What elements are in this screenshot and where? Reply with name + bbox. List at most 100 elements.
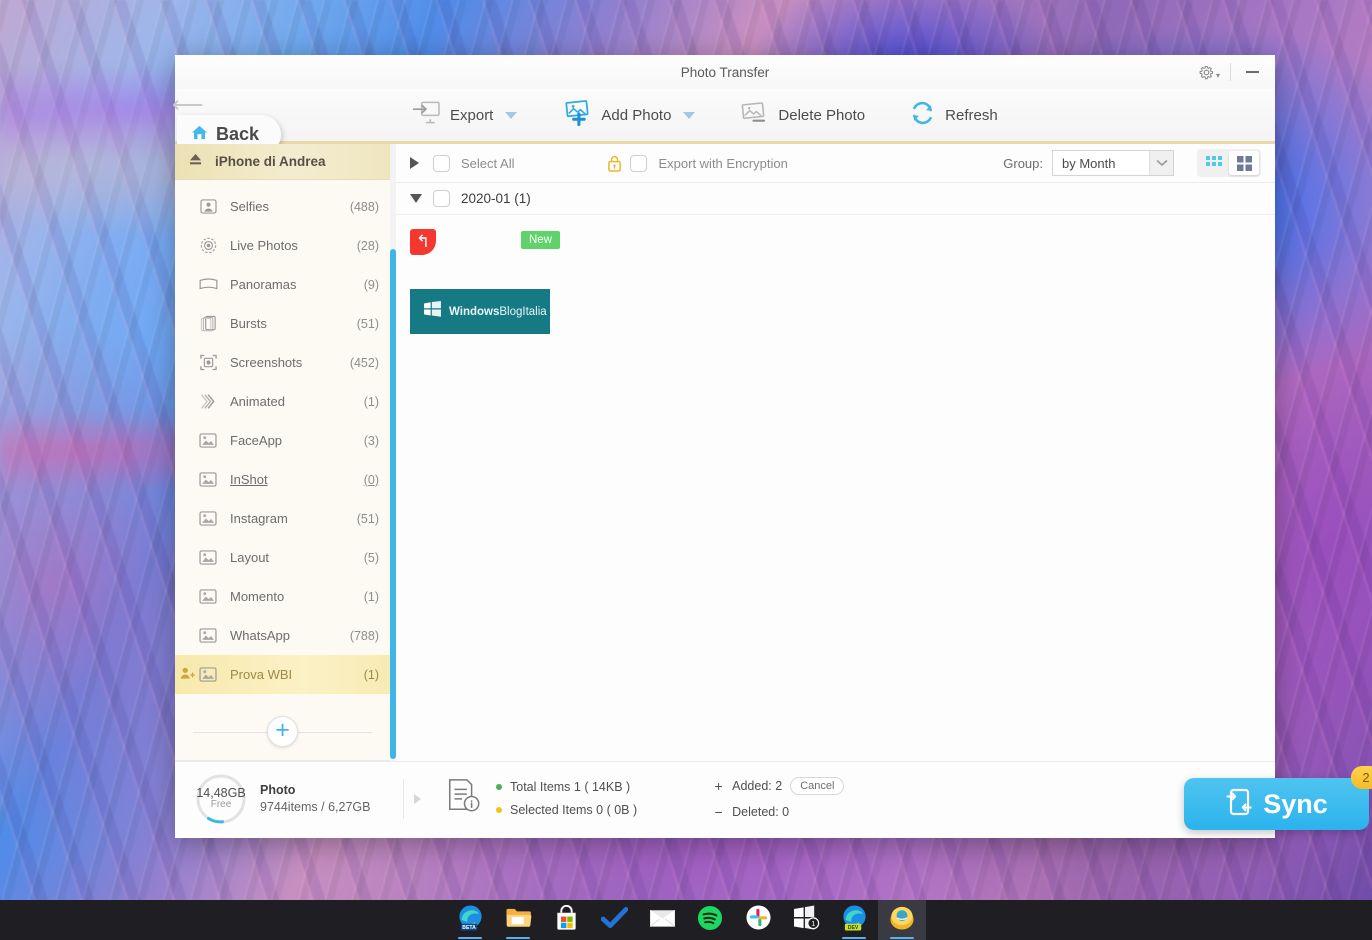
triangle-down-icon[interactable] xyxy=(410,194,422,203)
export-encryption-checkbox[interactable] xyxy=(630,154,648,172)
sidebar-item-prova-wbi[interactable]: Prova WBI (1) xyxy=(175,655,390,694)
gear-icon[interactable]: ▾ xyxy=(1192,57,1226,87)
triangle-right-icon[interactable] xyxy=(410,157,419,169)
photo-grid: ↰ New WindowsBlogItalia xyxy=(396,215,1275,761)
sync-badge: 2 xyxy=(1351,766,1372,789)
album-icon xyxy=(198,667,218,682)
toolbar-actions: Export Add Photo Delete Photo Refresh xyxy=(390,94,1020,137)
undo-icon[interactable]: ↰ xyxy=(410,229,436,255)
device-header[interactable]: iPhone di Andrea xyxy=(175,144,390,180)
taskbar-app-slack[interactable] xyxy=(734,900,782,940)
caption-suffix: BlogItalia xyxy=(499,305,547,318)
items-lines: Total Items 1 ( 14KB ) Selected Items 0 … xyxy=(496,780,637,817)
sidebar-item-whatsapp[interactable]: WhatsApp (788) xyxy=(175,616,390,655)
taskbar-app-edge-beta[interactable]: BETA xyxy=(446,900,494,940)
photo-caption: WindowsBlogItalia xyxy=(449,306,547,318)
edge-beta-icon: BETA xyxy=(457,904,484,936)
photo-group-header: 2020-01 (1) xyxy=(396,183,1275,215)
sidebar-item-inshot[interactable]: InShot (0) xyxy=(175,460,390,499)
sync-device-icon xyxy=(1225,787,1253,822)
add-album-row: + xyxy=(175,703,390,761)
sync-label: Sync xyxy=(1263,788,1328,819)
taskbar-app-your-phone[interactable]: 1 xyxy=(782,900,830,940)
screenshot-icon xyxy=(198,354,218,371)
lock-icon xyxy=(607,155,622,172)
sidebar-item-label: Selfies xyxy=(230,199,270,214)
triangle-right-icon xyxy=(414,793,421,804)
taskbar-app-spotify[interactable] xyxy=(686,900,734,940)
export-encryption-label: Export with Encryption xyxy=(658,155,788,171)
sidebar-item-count: (452) xyxy=(349,355,379,370)
group-checkbox[interactable] xyxy=(433,190,450,207)
status-dot-selected xyxy=(496,807,502,813)
sidebar-item-label: Layout xyxy=(230,550,270,565)
window-controls: ▾ xyxy=(1192,55,1269,89)
window-title: Photo Transfer xyxy=(680,64,770,80)
plus-icon[interactable]: + xyxy=(267,716,298,747)
sidebar-item-bursts[interactable]: Bursts (51) xyxy=(175,304,390,343)
edge-dev-icon: DEV xyxy=(841,904,868,936)
select-all-checkbox[interactable] xyxy=(433,154,450,172)
storage-text: Photo 9744items / 6,27GB xyxy=(260,783,370,814)
minimize-icon[interactable] xyxy=(1235,57,1269,87)
grid-large-icon[interactable] xyxy=(1229,151,1259,175)
sidebar-item-momento[interactable]: Momento (1) xyxy=(175,577,390,616)
taskbar-app-microsoft-todo[interactable] xyxy=(590,900,638,940)
sidebar-item-screenshots[interactable]: Screenshots (452) xyxy=(175,343,390,382)
person-frame-icon xyxy=(198,199,218,214)
taskbar-app-microsoft-store[interactable] xyxy=(542,900,590,940)
storage-summary: 14,48GB Free Photo 9744items / 6,27GB xyxy=(175,773,403,825)
live-photo-icon xyxy=(198,237,218,254)
selected-items-row: Selected Items 0 ( 0B ) xyxy=(496,803,637,817)
taskbar-app-mail[interactable] xyxy=(638,900,686,940)
main-toolbar: ⟵ Back Export Add Photo Delete Photo Ref… xyxy=(172,89,1275,154)
sidebar-item-live-photos[interactable]: Live Photos (28) xyxy=(175,226,390,265)
sidebar-item-label: InShot xyxy=(230,472,268,487)
refresh-button[interactable]: Refresh xyxy=(887,94,1020,137)
status-dot-total xyxy=(496,784,502,790)
photo-thumbnail[interactable]: WindowsBlogItalia xyxy=(410,289,550,334)
sidebar-item-faceapp[interactable]: FaceApp (3) xyxy=(175,421,390,460)
storage-kind: Photo xyxy=(260,783,296,797)
taskbar-app-edge-dev[interactable]: DEV xyxy=(830,900,878,940)
plus-icon: + xyxy=(714,778,723,794)
total-items-label: Total Items 1 ( 14KB ) xyxy=(510,780,631,794)
export-to-computer-icon xyxy=(412,100,441,130)
deleted-label: Deleted: 0 xyxy=(732,805,790,819)
group-select[interactable]: by Month xyxy=(1052,150,1174,176)
taskbar-app-photo-transfer[interactable] xyxy=(878,900,926,940)
sidebar-item-selfies[interactable]: Selfies (488) xyxy=(175,187,390,226)
sidebar-item-animated[interactable]: Animated (1) xyxy=(175,382,390,421)
export-button[interactable]: Export xyxy=(390,94,539,136)
document-info-icon xyxy=(445,777,483,820)
svg-text:BETA: BETA xyxy=(462,925,476,931)
view-mode-toggle xyxy=(1197,149,1261,177)
chevron-down-icon xyxy=(505,111,518,119)
sidebar-item-label: Live Photos xyxy=(230,238,298,253)
album-icon xyxy=(198,628,218,643)
export-label: Export xyxy=(450,106,494,124)
grid-small-icon[interactable] xyxy=(1199,151,1229,175)
sidebar-item-layout[interactable]: Layout (5) xyxy=(175,538,390,577)
sidebar-item-label: FaceApp xyxy=(230,433,283,448)
add-photo-button[interactable]: Add Photo xyxy=(539,94,717,137)
sidebar-item-count: (9) xyxy=(363,277,379,292)
chevron-down-icon[interactable] xyxy=(1149,151,1173,175)
spotify-icon xyxy=(697,905,723,936)
sync-button[interactable]: Sync xyxy=(1184,778,1369,830)
taskbar-app-file-explorer[interactable] xyxy=(494,900,542,940)
sidebar-item-label: Prova WBI xyxy=(230,667,293,682)
delete-photo-button[interactable]: Delete Photo xyxy=(717,95,887,136)
content-toolbar: Select All Export with Encryption Group:… xyxy=(396,144,1275,183)
album-icon xyxy=(198,472,218,487)
your-phone-icon: 1 xyxy=(793,905,820,935)
cancel-button[interactable]: Cancel xyxy=(790,777,845,795)
sidebar-item-count: (5) xyxy=(363,550,379,565)
sidebar-item-instagram[interactable]: Instagram (51) xyxy=(175,499,390,538)
storage-detail: 9744items / 6,27GB xyxy=(260,800,371,814)
sidebar-item-count: (1) xyxy=(363,394,379,409)
sidebar-item-count: (0) xyxy=(363,472,379,487)
album-icon xyxy=(198,433,218,448)
sidebar-item-panoramas[interactable]: Panoramas (9) xyxy=(175,265,390,304)
sidebar-item-label: Animated xyxy=(230,394,285,409)
